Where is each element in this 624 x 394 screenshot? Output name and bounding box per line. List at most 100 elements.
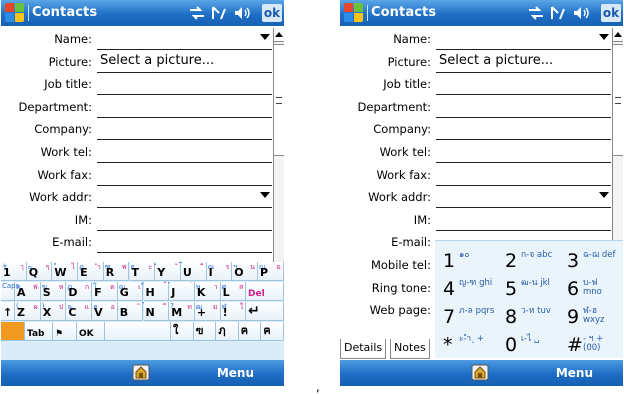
key[interactable]: ษาK <box>194 282 221 301</box>
scroll-thumb[interactable] <box>613 44 623 156</box>
numpad-key[interactable]: * ะ-ำ ุ + <box>435 331 495 359</box>
menu-button[interactable]: Menu <box>556 366 593 380</box>
caps-key[interactable]: Caps <box>1 282 19 301</box>
field-input[interactable] <box>97 118 272 141</box>
dropdown-arrow-icon[interactable] <box>599 34 609 40</box>
field-input[interactable] <box>436 186 611 209</box>
key[interactable]: ฦ <box>216 322 239 341</box>
key[interactable]: ใ <box>171 322 194 341</box>
key[interactable]: ็้H <box>143 282 170 301</box>
field-input[interactable] <box>436 118 611 141</box>
field-input[interactable] <box>97 73 272 96</box>
key[interactable]: ํัY <box>155 262 181 281</box>
tab-key[interactable]: Tab <box>25 322 53 341</box>
field-input[interactable] <box>436 209 611 231</box>
numpad-key[interactable]: 5 ฒ-น jkl <box>497 275 557 303</box>
key[interactable]: ? ท M <box>169 302 195 321</box>
tab-notes[interactable]: Notes <box>390 339 430 359</box>
connectivity-icon[interactable] <box>188 5 206 21</box>
numpad-key[interactable]: 9 ฬ-ฮ wxyz <box>559 303 619 331</box>
numpad-key[interactable]: 1 ๑๐ <box>435 247 495 275</box>
field-input[interactable] <box>436 73 611 96</box>
enter-key[interactable]: ↵ <box>246 302 284 321</box>
volume-icon[interactable] <box>233 5 251 21</box>
field-input[interactable] <box>97 28 272 50</box>
key[interactable]: ๐ๆQ <box>26 262 53 281</box>
numpad-key[interactable]: 2 ก-จ abc <box>497 247 557 275</box>
shift-key[interactable]: ↑ <box>1 302 15 321</box>
key[interactable]: " ไ W <box>52 262 79 281</box>
keyboard-input-icon[interactable] <box>132 364 150 381</box>
key[interactable]: ๋่J <box>169 282 195 301</box>
space-key[interactable] <box>105 322 171 341</box>
key[interactable]: ฉแC <box>66 302 93 321</box>
scroll-up-arrow-icon[interactable] <box>274 28 284 42</box>
field-input[interactable]: Select a picture... <box>436 51 611 73</box>
field-input[interactable] <box>436 141 611 163</box>
key[interactable]: ๊ีU <box>180 262 207 281</box>
windows-key[interactable]: ⚑ <box>53 322 77 341</box>
numpad-key[interactable]: # - ฯ +(00) <box>559 331 619 359</box>
field-input[interactable] <box>436 28 611 50</box>
ok-button[interactable]: ok <box>601 4 621 22</box>
field-input[interactable] <box>97 164 272 186</box>
dropdown-arrow-icon[interactable] <box>260 34 270 40</box>
key[interactable]: ฒม + <box>194 302 221 321</box>
key[interactable]: (ผ Z <box>15 302 41 321</box>
key[interactable]: ฎำE <box>78 262 104 281</box>
key[interactable]: ฃ <box>193 322 217 341</box>
field-input[interactable] <box>97 141 272 163</box>
vertical-scrollbar[interactable] <box>612 28 623 240</box>
signal-icon[interactable] <box>210 5 228 21</box>
key[interactable]: ธะT <box>129 262 156 281</box>
numpad-key[interactable]: 3 ฉ-ฌ def <box>559 247 619 275</box>
tab-details[interactable]: Details <box>340 339 387 359</box>
field-input[interactable] <box>436 164 611 186</box>
field-input[interactable]: Select a picture... <box>97 51 272 73</box>
dropdown-arrow-icon[interactable] <box>260 192 270 199</box>
key[interactable]: ์ืN <box>143 302 170 321</box>
key[interactable]: ฬใ! <box>220 302 247 321</box>
key[interactable]: ญยP <box>258 262 284 281</box>
key[interactable]: ) ป X <box>40 302 67 321</box>
key[interactable]: ฅ <box>261 322 284 341</box>
signal-icon[interactable] <box>549 5 567 21</box>
key[interactable]: โดF <box>92 282 118 301</box>
scroll-up-arrow-icon[interactable] <box>613 28 623 42</box>
menu-button[interactable]: Menu <box>217 366 254 380</box>
key[interactable]: ณรI <box>206 262 233 281</box>
key-thai-char: ร <box>225 263 230 271</box>
field-input[interactable] <box>97 231 272 254</box>
windows-start-icon[interactable] <box>344 3 364 23</box>
key[interactable]: + ๅ 1 <box>1 262 27 281</box>
key[interactable]: ฑพR <box>103 262 130 281</box>
numpad-key[interactable]: 7 ภ-ล pqrs <box>435 303 495 331</box>
key[interactable]: ฏกD <box>66 282 93 301</box>
key[interactable]: ฌเG <box>117 282 144 301</box>
ok-key[interactable]: OK <box>77 322 105 341</box>
key[interactable]: ฮอV <box>92 302 118 321</box>
volume-icon[interactable] <box>572 5 590 21</box>
delete-key[interactable]: Del <box>246 282 284 301</box>
scroll-thumb[interactable] <box>274 44 284 156</box>
ok-button[interactable]: ok <box>262 4 282 22</box>
language-key[interactable] <box>1 322 25 341</box>
field-input[interactable] <box>97 186 272 209</box>
field-input[interactable] <box>97 96 272 118</box>
key[interactable]: ฺิB <box>117 302 144 321</box>
key[interactable]: ฯนO <box>232 262 258 281</box>
numpad-key[interactable]: 0 เ-ไ ␣ <box>497 331 557 359</box>
numpad-key[interactable]: 8 ว-ห tuv <box>497 303 557 331</box>
keyboard-input-icon[interactable] <box>471 364 489 381</box>
key[interactable]: ฅ <box>238 322 262 341</box>
key[interactable]: ฆหS <box>40 282 67 301</box>
windows-start-icon[interactable] <box>5 3 25 23</box>
numpad-key[interactable]: 6 บ-ฟ mno <box>559 275 619 303</box>
field-input[interactable] <box>436 96 611 118</box>
dropdown-arrow-icon[interactable] <box>599 192 609 199</box>
key[interactable]: ศสL <box>220 282 247 301</box>
connectivity-icon[interactable] <box>527 5 545 21</box>
field-label: Work addr: <box>368 190 431 205</box>
field-input[interactable] <box>97 209 272 231</box>
numpad-key[interactable]: 4 ญ-ฑ ghi <box>435 275 495 303</box>
